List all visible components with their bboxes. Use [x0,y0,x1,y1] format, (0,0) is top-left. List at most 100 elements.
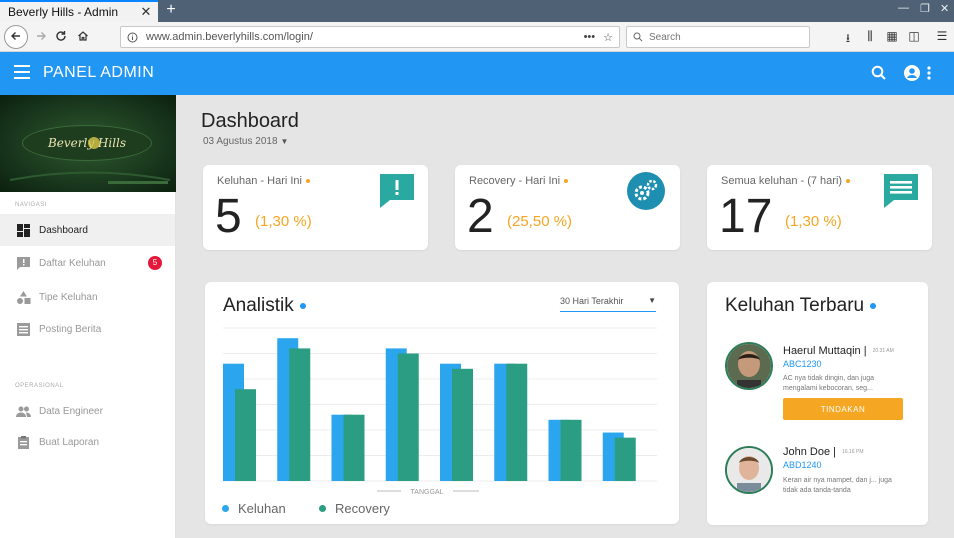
legend-item-recovery: Recovery [319,501,390,516]
scroll-fade [707,501,928,525]
app-header: PANEL ADMIN [0,52,954,95]
x-axis-label: TANGGAL [411,489,444,496]
main-content: Dashboard 03 Agustus 2018 ▼ Keluhan - Har… [176,95,954,538]
account-circle-icon[interactable] [903,64,921,82]
sidebar-item-label: Dashboard [39,224,88,236]
reload-icon [56,31,66,41]
browser-navbar: www.admin.beverlyhills.com/login/ ••• ☆ … [0,22,954,52]
bar-recovery [614,437,636,481]
stat-card-keluhan: Keluhan - Hari Ini 5 (1,30 %) [203,165,428,250]
stat-percent: (1,30 %) [785,213,842,230]
bar-recovery [452,368,473,481]
complaint-code: ABD1240 [783,460,822,470]
news-icon [17,322,30,336]
browser-tabbar: Beverly Hills - Admin ✕ + — ❐ ✕ [0,0,954,22]
caret-down-icon: ▼ [280,137,289,146]
notification-badge: 5 [148,256,162,270]
browser-menu-icon[interactable]: ☰ [934,29,950,43]
stat-label: Semua keluhan - (7 hari) [721,175,851,187]
page-actions-icon[interactable]: ••• [584,31,596,43]
people-icon [16,406,31,417]
tindakan-button[interactable]: TINDAKAN [783,398,903,420]
home-button[interactable] [72,26,94,48]
complainant-name: John Doe | 16.16 PM [783,446,864,458]
gears-icon [627,172,665,210]
tab-title: Beverly Hills - Admin [8,5,119,19]
browser-tab[interactable]: Beverly Hills - Admin ✕ [0,0,158,22]
info-icon[interactable] [127,32,138,43]
home-icon [78,31,88,41]
stat-value: 2 [467,190,494,243]
avatar [725,342,773,390]
sidebar-item-tipe-keluhan[interactable]: Tipe Keluhan [0,281,175,313]
extension-icon[interactable]: ▦ [884,29,900,43]
browser-search-input[interactable] [649,31,799,43]
search-icon [633,32,643,42]
sidebar-item-data-engineer[interactable]: Data Engineer [0,395,175,427]
close-window-icon[interactable]: ✕ [940,2,949,15]
dashboard-icon [17,223,30,237]
stat-percent: (25,50 %) [507,213,573,230]
forward-button[interactable] [30,26,52,48]
bar-recovery [397,353,419,481]
legend-swatch [222,505,229,512]
sidebar-item-dashboard[interactable]: Dashboard [0,214,175,246]
stat-label: Keluhan - Hari Ini [217,175,310,187]
chat-icon [884,174,918,208]
bookmark-star-icon[interactable]: ☆ [603,31,613,44]
new-tab-button[interactable]: + [162,0,180,22]
legend-item-keluhan: Keluhan [222,501,286,516]
stat-card-semua-keluhan: Semua keluhan - (7 hari) 17 (1,30 %) [707,165,932,250]
avatar-image [727,448,771,492]
section-label-operasional: OPERASIONAL [15,383,64,389]
minimize-icon[interactable]: — [898,2,909,14]
category-icon [17,290,31,304]
library-icon[interactable]: ⫼ [862,29,878,44]
legend-label: Keluhan [238,501,286,516]
date-text: 03 Agustus 2018 [203,136,278,147]
legend-label: Recovery [335,501,390,516]
restore-icon[interactable]: ❐ [920,2,930,15]
sidebar-item-buat-laporan[interactable]: Buat Laporan [0,426,175,458]
search-icon[interactable] [870,64,888,82]
report-icon [18,435,29,449]
page-title: Dashboard [201,110,299,132]
analytics-card: Analistik 30 Hari Terakhir ▼ TANGGAL Kel… [205,282,679,524]
analytics-bar-chart: TANGGAL [223,327,657,496]
sidebar-item-posting-berita[interactable]: Posting Berita [0,313,175,345]
recent-complaints-card: Keluhan Terbaru Haerul Muttaqin | 20.31 … [707,282,928,525]
sidebar-toggle-icon[interactable]: ◫ [906,29,922,43]
stat-percent: (1,30 %) [255,213,312,230]
tab-close-icon[interactable]: ✕ [138,4,154,20]
complaint-code: ABC1230 [783,359,822,369]
banner-decoration [9,137,171,184]
sidebar-item-label: Buat Laporan [39,436,100,448]
sidebar-item-daftar-keluhan[interactable]: Daftar Keluhan 5 [0,247,175,279]
feedback-icon [17,256,30,270]
url-bar[interactable]: www.admin.beverlyhills.com/login/ ••• ☆ [120,26,620,48]
more-vert-icon[interactable] [924,64,934,82]
section-label-navigasi: NAVIGASI [15,202,47,208]
sidebar-item-label: Daftar Keluhan [39,257,106,269]
url-text[interactable]: www.admin.beverlyhills.com/login/ [146,31,576,43]
bar-recovery [506,363,528,481]
legend-swatch [319,505,326,512]
complaint-description: AC nya tidak dingin, dan juga mengalami … [783,375,875,392]
bar-recovery [235,389,256,481]
back-button[interactable] [4,25,28,49]
download-icon[interactable]: ⭳ [840,29,856,50]
sidebar-item-label: Data Engineer [39,405,103,417]
forward-arrow-icon [37,32,46,40]
stat-card-recovery: Recovery - Hari Ini 2 (25,50 %) [455,165,680,250]
sidebar-item-label: Posting Berita [39,323,102,335]
stat-label: Recovery - Hari Ini [469,175,569,187]
hamburger-menu-icon[interactable] [14,65,30,81]
stat-value: 5 [215,190,242,243]
reload-button[interactable] [50,26,72,48]
date-selector[interactable]: 03 Agustus 2018 ▼ [203,136,288,147]
avatar [725,446,773,494]
app-title: PANEL ADMIN [43,64,155,81]
avatar-image [727,344,771,388]
sidebar-item-label: Tipe Keluhan [39,291,98,303]
browser-search-box[interactable] [626,26,810,48]
